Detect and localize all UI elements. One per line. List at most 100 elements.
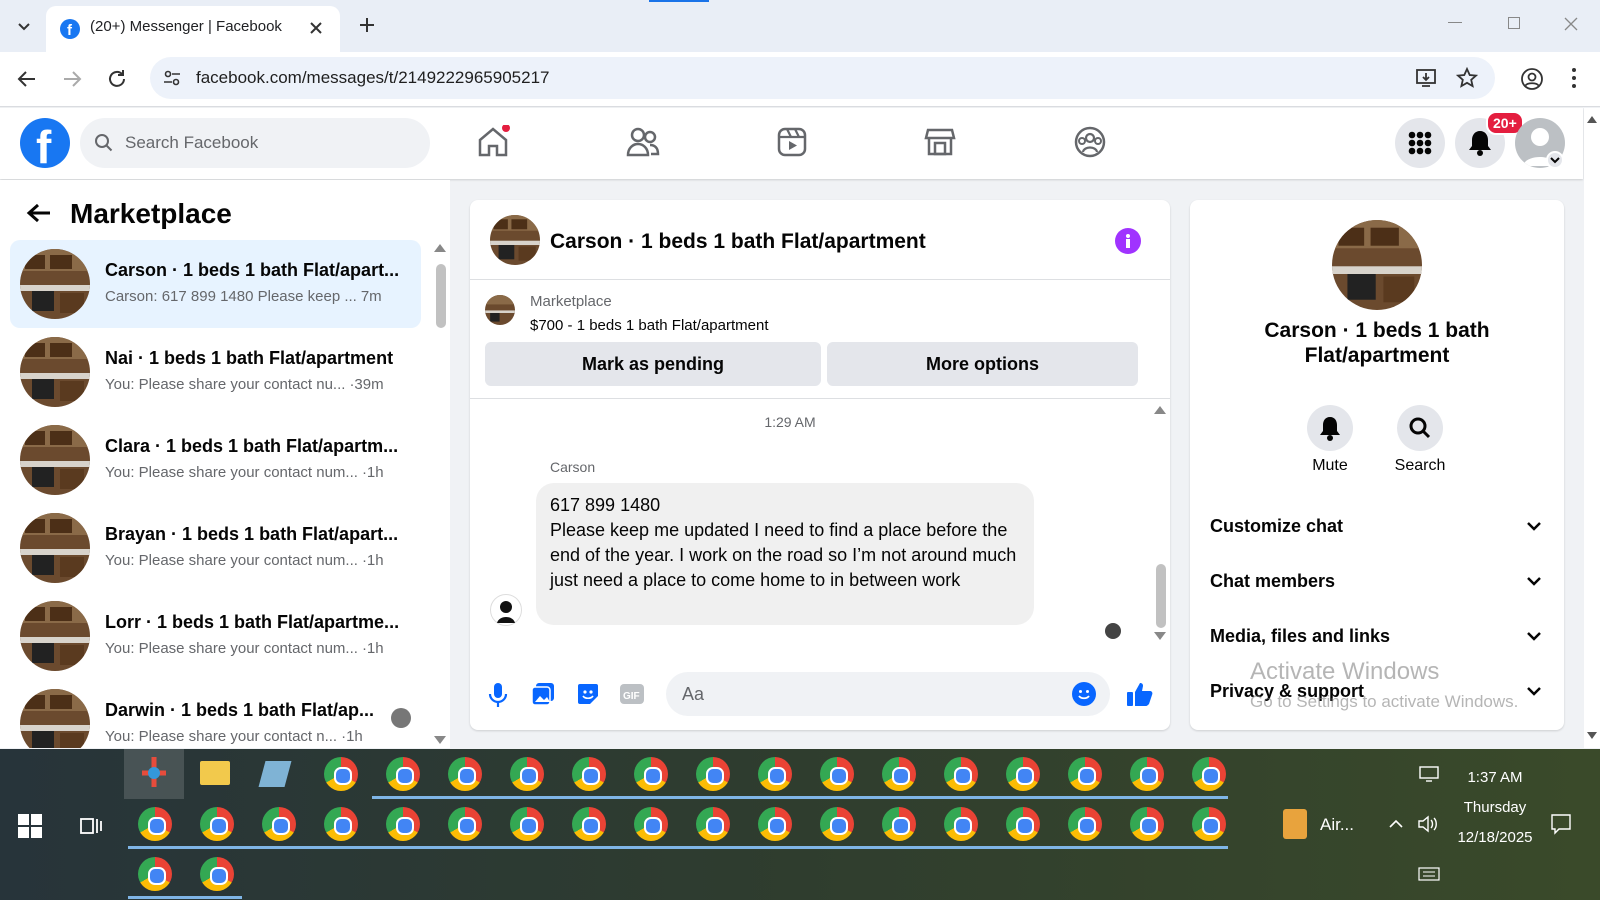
chrome-profile-icon[interactable]	[696, 757, 730, 791]
tab-search-chevron-icon[interactable]	[14, 16, 34, 36]
chrome-profile-icon[interactable]	[758, 757, 792, 791]
conversation-item[interactable]: Brayan · 1 beds 1 bath Flat/apart... You…	[10, 504, 421, 592]
sender-avatar[interactable]	[490, 594, 522, 626]
clock-date[interactable]: 12/18/2025	[1450, 829, 1540, 846]
install-app-icon[interactable]	[1415, 67, 1437, 89]
chrome-profile-icon[interactable]	[944, 807, 978, 841]
profile-listing-image[interactable]	[1332, 220, 1422, 310]
back-arrow-icon[interactable]	[26, 202, 52, 224]
volume-icon[interactable]	[1417, 814, 1439, 834]
video-icon[interactable]	[776, 126, 808, 158]
chat-title[interactable]: Carson · 1 beds 1 bath Flat/apartment	[550, 230, 926, 254]
chrome-profile-icon[interactable]	[696, 807, 730, 841]
facebook-search[interactable]: Search Facebook	[80, 118, 430, 168]
page-scrollbar[interactable]	[1584, 108, 1600, 748]
chrome-profile-icon[interactable]	[138, 807, 172, 841]
chrome-profile-icon[interactable]	[1130, 757, 1164, 791]
groups-icon[interactable]	[1073, 125, 1107, 159]
message-bubble[interactable]: 617 899 1480 Please keep me updated I ne…	[536, 483, 1034, 625]
chrome-profile-icon[interactable]	[572, 757, 606, 791]
conversation-item[interactable]: Clara · 1 beds 1 bath Flat/apartm... You…	[10, 416, 421, 504]
chrome-profile-icon[interactable]	[1130, 807, 1164, 841]
scroll-up-arrow-icon[interactable]	[434, 244, 446, 252]
account-chevron-icon[interactable]	[1546, 151, 1564, 169]
reload-icon[interactable]	[106, 68, 128, 90]
profile-icon[interactable]	[1520, 67, 1544, 91]
windows-start-icon[interactable]	[18, 814, 42, 838]
chat-scroll-down-icon[interactable]	[1154, 632, 1166, 640]
back-icon[interactable]	[16, 68, 38, 90]
friends-icon[interactable]	[626, 127, 660, 157]
restore-icon[interactable]	[1508, 17, 1520, 29]
chrome-profile-icon[interactable]	[386, 757, 420, 791]
marketplace-icon[interactable]	[924, 126, 956, 158]
conversation-item[interactable]: Darwin · 1 beds 1 bath Flat/ap... You: P…	[10, 680, 421, 748]
menu-grid-button[interactable]	[1395, 118, 1445, 168]
minimize-icon[interactable]	[1448, 22, 1462, 23]
chrome-profile-icon[interactable]	[1006, 807, 1040, 841]
network-icon[interactable]	[1418, 765, 1440, 783]
chrome-profile-icon[interactable]	[820, 807, 854, 841]
facebook-logo-icon[interactable]: f	[20, 118, 70, 168]
sticker-icon[interactable]	[576, 682, 600, 706]
new-tab-icon[interactable]	[358, 16, 376, 34]
file-explorer-icon[interactable]	[200, 761, 230, 785]
show-hidden-icons-icon[interactable]	[1388, 817, 1404, 829]
chrome-profile-icon[interactable]	[510, 807, 544, 841]
chrome-profile-icon[interactable]	[572, 807, 606, 841]
chrome-profile-icon[interactable]	[1192, 757, 1226, 791]
chrome-profile-icon[interactable]	[200, 857, 234, 891]
chrome-profile-icon[interactable]	[882, 807, 916, 841]
home-icon[interactable]	[476, 125, 510, 159]
chrome-profile-icon[interactable]	[758, 807, 792, 841]
conversation-item[interactable]: Carson · 1 beds 1 bath Flat/apart... Car…	[10, 240, 421, 328]
clock-day[interactable]: Thursday	[1450, 799, 1540, 816]
browser-menu-icon[interactable]	[1571, 67, 1577, 89]
conversation-scrollbar[interactable]	[436, 264, 446, 328]
chrome-profile-icon[interactable]	[510, 757, 544, 791]
snipping-tool-icon[interactable]	[140, 755, 168, 789]
section-media-files-links[interactable]: Media, files and links	[1210, 626, 1546, 647]
action-center-icon[interactable]	[1550, 813, 1572, 835]
message-input[interactable]: Aa	[666, 672, 1110, 716]
section-chat-members[interactable]: Chat members	[1210, 571, 1546, 592]
section-customize-chat[interactable]: Customize chat	[1210, 516, 1546, 537]
chrome-profile-icon[interactable]	[1192, 807, 1226, 841]
chrome-profile-icon[interactable]	[262, 807, 296, 841]
url-text[interactable]: facebook.com/messages/t/2149222965905217	[196, 68, 549, 88]
site-info-icon[interactable]	[162, 68, 182, 88]
url-bar[interactable]: facebook.com/messages/t/2149222965905217	[150, 57, 1495, 99]
chrome-profile-icon[interactable]	[324, 807, 358, 841]
conversation-item[interactable]: Nai · 1 beds 1 bath Flat/apartment You: …	[10, 328, 421, 416]
emoji-icon[interactable]	[1072, 682, 1096, 706]
chrome-profile-icon[interactable]	[882, 757, 916, 791]
search-in-chat-button[interactable]	[1397, 405, 1443, 451]
browser-tab[interactable]: f (20+) Messenger | Facebook	[46, 6, 340, 52]
conversation-item[interactable]: Lorr · 1 beds 1 bath Flat/apartme... You…	[10, 592, 421, 680]
input-method-icon[interactable]	[1418, 867, 1440, 881]
like-thumb-icon[interactable]	[1126, 680, 1154, 708]
task-view-icon[interactable]	[78, 814, 102, 838]
chrome-profile-icon[interactable]	[138, 857, 172, 891]
gif-icon[interactable]: GIF	[620, 684, 644, 704]
chrome-profile-icon[interactable]	[634, 807, 668, 841]
scroll-down-arrow-icon[interactable]	[434, 736, 446, 744]
chrome-profile-icon[interactable]	[820, 757, 854, 791]
mark-as-pending-button[interactable]: Mark as pending	[485, 342, 821, 386]
listing-title[interactable]: $700 - 1 beds 1 bath Flat/apartment	[530, 317, 768, 334]
chrome-icon[interactable]	[324, 757, 358, 791]
chat-scroll-up-icon[interactable]	[1154, 406, 1166, 414]
chrome-profile-icon[interactable]	[634, 757, 668, 791]
close-tab-icon[interactable]	[308, 20, 324, 36]
chat-listing-avatar[interactable]	[490, 215, 540, 265]
mute-button[interactable]	[1307, 405, 1353, 451]
close-window-icon[interactable]	[1563, 16, 1579, 32]
notepad-icon[interactable]	[258, 761, 292, 787]
chrome-profile-icon[interactable]	[386, 807, 420, 841]
chrome-profile-icon[interactable]	[448, 807, 482, 841]
chrome-profile-icon[interactable]	[1068, 757, 1102, 791]
weather-text[interactable]: Air...	[1320, 815, 1354, 835]
more-options-button[interactable]: More options	[827, 342, 1138, 386]
info-icon[interactable]	[1115, 228, 1141, 254]
forward-icon[interactable]	[61, 68, 83, 90]
